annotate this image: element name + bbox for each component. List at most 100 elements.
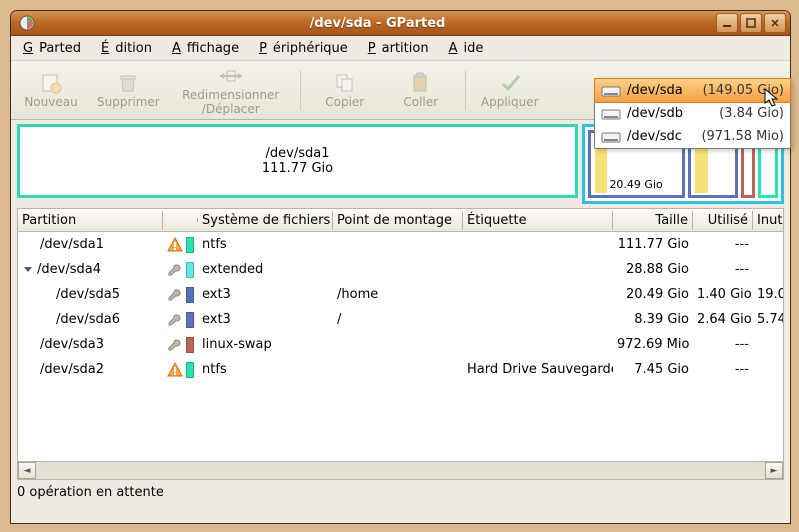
menu-peripherique[interactable]: Périphérique: [253, 39, 360, 58]
maximize-button[interactable]: [740, 13, 762, 33]
partition-block-label: 20.49 Gio: [607, 176, 664, 193]
resize-label: Redimensionner /Déplacer: [182, 88, 279, 116]
unused-cell: ---: [753, 360, 784, 379]
table-row[interactable]: /dev/sda5 ext3 /home 20.49 Gio 1.40 Gio …: [18, 282, 783, 307]
delete-button[interactable]: Supprimer: [91, 69, 166, 111]
resize-button[interactable]: Redimensionner /Déplacer: [170, 62, 292, 118]
col-used[interactable]: Utilisé: [693, 211, 753, 230]
device-name: /dev/sdb: [627, 106, 713, 121]
mount-cell: [333, 368, 463, 372]
lock-icon: [167, 337, 183, 353]
window-title: /dev/sda - GParted: [39, 16, 716, 31]
table-header: Partition Système de fichiers Point de m…: [18, 209, 783, 232]
device-menu-item[interactable]: /dev/sda (149.05 Gio): [595, 79, 790, 102]
scroll-right-icon[interactable]: ►: [765, 462, 783, 479]
menu-gparted[interactable]: GParted: [17, 39, 93, 58]
unused-cell: 5.74 Gio: [753, 310, 784, 329]
col-fs[interactable]: Système de fichiers: [198, 211, 333, 230]
device-size: (3.84 Gio): [719, 106, 784, 121]
table-row[interactable]: /dev/sda3 linux-swap 972.69 Mio --- ---: [18, 332, 783, 357]
fs-color-swatch: [186, 262, 194, 278]
lock-icon: [167, 312, 183, 328]
partition-name: /dev/sda5: [56, 287, 120, 302]
used-cell: ---: [693, 360, 753, 379]
expander-icon[interactable]: [24, 267, 32, 272]
fs-color-swatch: [186, 362, 194, 378]
fs-color-swatch: [186, 237, 194, 253]
size-cell: 7.45 Gio: [613, 360, 693, 379]
col-mount[interactable]: Point de montage: [333, 211, 463, 230]
fs-color-swatch: [186, 287, 194, 303]
device-menu: /dev/sda (149.05 Gio) /dev/sdb (3.84 Gio…: [594, 78, 791, 149]
status-bar: 0 opération en attente: [11, 480, 790, 504]
menubar: GParted Édition Affichage Périphérique P…: [11, 36, 790, 61]
copy-button[interactable]: Copier: [309, 69, 381, 111]
unused-cell: ---: [753, 335, 784, 354]
col-unused[interactable]: Inutilisé: [753, 211, 784, 230]
used-cell: ---: [693, 260, 753, 279]
titlebar[interactable]: /dev/sda - GParted: [11, 11, 790, 36]
partition-table: Partition Système de fichiers Point de m…: [17, 208, 784, 462]
used-cell: ---: [693, 235, 753, 254]
mount-cell: [333, 268, 463, 272]
col-size[interactable]: Taille: [613, 211, 693, 230]
new-button[interactable]: Nouveau: [15, 69, 87, 111]
size-cell: 111.77 Gio: [613, 235, 693, 254]
label-cell: [463, 343, 613, 347]
apply-button[interactable]: Appliquer: [474, 69, 546, 111]
partition-name: /dev/sda3: [40, 337, 104, 352]
separator: [300, 70, 301, 110]
fs-cell: ntfs: [198, 360, 333, 379]
size-cell: 8.39 Gio: [613, 310, 693, 329]
table-row[interactable]: /dev/sda2 ntfs Hard Drive Sauvegardes 7.…: [18, 357, 783, 382]
scroll-left-icon[interactable]: ◄: [18, 462, 36, 479]
main-window: /dev/sda - GParted GParted Édition Affic…: [10, 10, 791, 524]
table-row[interactable]: /dev/sda1 ntfs 111.77 Gio --- ---: [18, 232, 783, 257]
fs-cell: linux-swap: [198, 335, 333, 354]
size-cell: 28.88 Gio: [613, 260, 693, 279]
fs-color-swatch: [186, 312, 194, 328]
partition-name: /dev/sda1: [40, 237, 104, 252]
copy-icon: [334, 71, 356, 95]
device-size: (971.58 Mio): [701, 129, 784, 144]
trash-icon: [117, 71, 139, 95]
partition-block-label: /dev/sda1: [266, 146, 330, 161]
used-cell: ---: [693, 335, 753, 354]
size-cell: 20.49 Gio: [613, 285, 693, 304]
label-cell: [463, 293, 613, 297]
new-icon: [40, 71, 62, 95]
horizontal-scrollbar[interactable]: ◄ ►: [17, 462, 784, 480]
used-cell: 1.40 Gio: [693, 285, 753, 304]
unused-cell: 19.09 Gio: [753, 285, 784, 304]
menu-affichage[interactable]: Affichage: [166, 39, 251, 58]
table-row[interactable]: /dev/sda6 ext3 / 8.39 Gio 2.64 Gio 5.74 …: [18, 307, 783, 332]
menu-aide[interactable]: Aide: [443, 39, 496, 58]
disk-icon: [601, 107, 621, 121]
col-label[interactable]: Étiquette: [463, 211, 613, 230]
paste-icon: [410, 71, 432, 95]
menu-edition[interactable]: Édition: [95, 39, 164, 58]
warning-icon: [167, 362, 183, 378]
partition-name: /dev/sda6: [56, 312, 120, 327]
separator: [465, 70, 466, 110]
device-menu-item[interactable]: /dev/sdc (971.58 Mio): [595, 125, 790, 148]
label-cell: Hard Drive Sauvegardes: [463, 360, 613, 379]
table-row[interactable]: /dev/sda4 extended 28.88 Gio --- ---: [18, 257, 783, 282]
unused-cell: ---: [753, 235, 784, 254]
lock-icon: [167, 287, 183, 303]
mount-cell: [333, 343, 463, 347]
device-name: /dev/sdc: [627, 129, 695, 144]
partition-name: /dev/sda4: [37, 262, 101, 277]
resize-icon: [218, 64, 244, 88]
label-cell: [463, 268, 613, 272]
partition-block-sda1[interactable]: /dev/sda1 111.77 Gio: [17, 124, 578, 198]
fs-color-swatch: [186, 337, 194, 353]
paste-button[interactable]: Coller: [385, 69, 457, 111]
fs-cell: extended: [198, 260, 333, 279]
device-menu-item[interactable]: /dev/sdb (3.84 Gio): [595, 102, 790, 125]
minimize-button[interactable]: [716, 13, 738, 33]
close-button[interactable]: [764, 13, 786, 33]
menu-partition[interactable]: Partition: [362, 39, 441, 58]
col-partition[interactable]: Partition: [18, 211, 163, 230]
unused-cell: ---: [753, 260, 784, 279]
